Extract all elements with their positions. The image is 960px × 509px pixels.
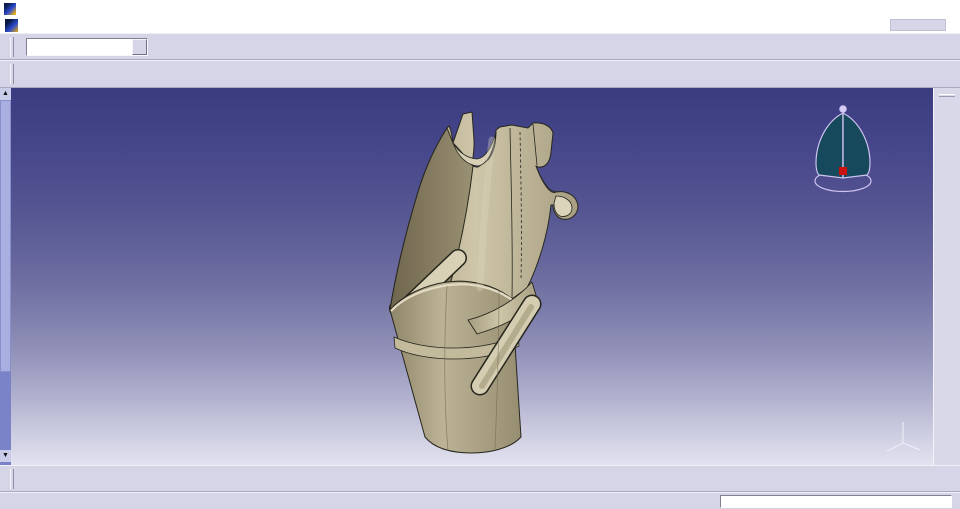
tree-scrollbar[interactable]: ▲ ▼ xyxy=(0,88,11,465)
menu-bar xyxy=(0,17,960,33)
toolbar-handle[interactable] xyxy=(939,94,955,97)
specification-tree[interactable] xyxy=(11,88,351,465)
view-compass[interactable] xyxy=(814,105,872,193)
combo-dropdown-icon[interactable] xyxy=(132,38,147,55)
toolbar-row-2 xyxy=(0,60,960,88)
catia-app-icon xyxy=(4,2,16,15)
command-input[interactable] xyxy=(720,494,952,508)
viewport-3d[interactable]: ▲ ▼ xyxy=(0,88,960,465)
toolbar-handle[interactable] xyxy=(10,36,14,57)
toolbar-handle[interactable] xyxy=(10,468,14,489)
axis-triad xyxy=(886,422,921,452)
compass-base-handle[interactable] xyxy=(839,167,847,175)
right-toolbar-dock xyxy=(933,88,960,465)
body-selector-combo[interactable] xyxy=(26,37,148,56)
scrollbar-thumb[interactable] xyxy=(0,100,11,372)
title-bar xyxy=(0,0,960,17)
part-model[interactable] xyxy=(387,111,579,454)
status-bar xyxy=(0,492,960,509)
toolbar-dock-area xyxy=(890,19,946,31)
toolbar-bottom xyxy=(0,465,960,492)
scroll-up-button[interactable]: ▲ xyxy=(0,88,11,100)
scroll-down-button[interactable]: ▼ xyxy=(0,450,11,462)
scrollbar-pad xyxy=(0,462,11,465)
scrollbar-track[interactable] xyxy=(0,100,11,450)
compass-free-rotation-handle[interactable] xyxy=(839,105,847,113)
catia-window: ▲ ▼ xyxy=(0,0,960,509)
toolbar-row-1 xyxy=(0,33,960,60)
document-icon[interactable] xyxy=(5,18,18,32)
toolbar-handle[interactable] xyxy=(10,64,14,84)
